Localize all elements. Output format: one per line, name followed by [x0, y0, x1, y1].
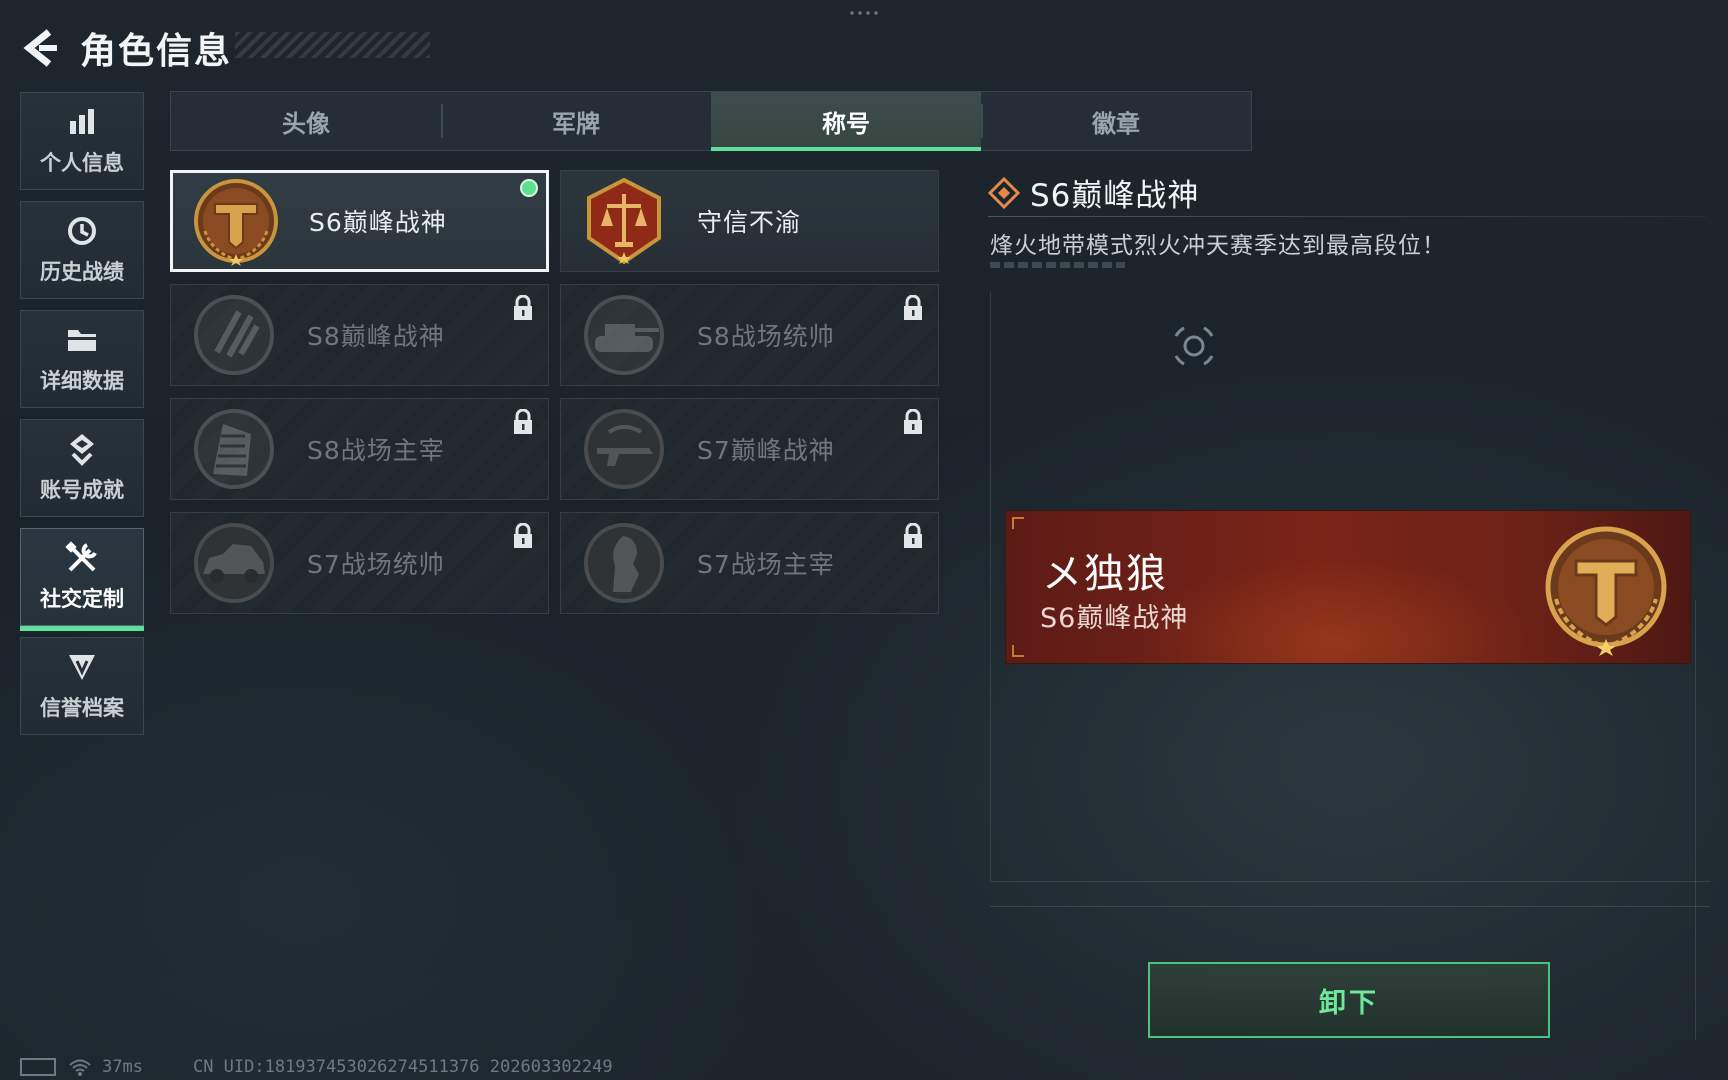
title-card-trustworthy[interactable]: 守信不渝	[560, 170, 939, 272]
battery-icon	[20, 1058, 56, 1076]
sidebar-item-achievements[interactable]: 账号成就	[20, 419, 144, 517]
sidebar-item-history[interactable]: 历史战绩	[20, 201, 144, 299]
history-icon	[64, 214, 100, 248]
lock-icon	[514, 523, 532, 548]
target-icon	[1174, 326, 1214, 366]
ping-value: 37ms	[102, 1057, 143, 1077]
detail-divider	[988, 216, 1706, 217]
scales-emblem-icon	[587, 177, 661, 265]
tab-title[interactable]: 称号	[711, 92, 981, 151]
detail-description: 烽火地带模式烈火冲天赛季达到最高段位！	[990, 233, 1446, 259]
title-name: S7战场主宰	[697, 550, 835, 579]
lock-icon	[904, 409, 922, 434]
lock-icon	[514, 409, 532, 434]
sidebar-item-label: 历史战绩	[40, 260, 124, 284]
page-title: 角色信息	[80, 31, 233, 72]
back-button[interactable]	[20, 28, 60, 68]
sidebar-item-social-custom[interactable]: 社交定制	[20, 528, 144, 631]
back-arrow-icon	[23, 29, 57, 67]
sidebar-item-personal-info[interactable]: 个人信息	[20, 92, 144, 190]
detail-title: S6巅峰战神	[1030, 178, 1200, 214]
tab-dog-tag[interactable]: 军牌	[441, 92, 711, 150]
title-card-s7-peak[interactable]: S7巅峰战神	[560, 398, 939, 500]
title-name: S7战场统帅	[307, 550, 445, 579]
lock-icon	[904, 295, 922, 320]
header: 角色信息	[20, 18, 430, 78]
title-card-s8-commander[interactable]: S8战场统帅	[560, 284, 939, 386]
title-card-s8-peak[interactable]: S8巅峰战神	[170, 284, 549, 386]
title-card-s8-dominator[interactable]: S8战场主宰	[170, 398, 549, 500]
building-emblem-icon	[194, 409, 274, 489]
nameplate-player-name: メ独狼	[1042, 551, 1168, 597]
title-card-s7-commander[interactable]: S7战场统帅	[170, 512, 549, 614]
title-name: S8巅峰战神	[307, 322, 445, 351]
soldier-emblem-icon	[584, 523, 664, 603]
tools-icon	[64, 541, 100, 575]
sidebar-item-credit[interactable]: 信誉档案	[20, 637, 144, 735]
title-name: S8战场主宰	[307, 436, 445, 465]
nameplate-preview: メ独狼 S6巅峰战神	[1006, 511, 1690, 663]
title-name: S6巅峰战神	[309, 208, 447, 237]
sidebar-item-label: 账号成就	[40, 478, 124, 502]
title-card-s7-dominator[interactable]: S7战场主宰	[560, 512, 939, 614]
tank-emblem-icon	[584, 295, 664, 375]
lock-icon	[514, 295, 532, 320]
tab-avatar[interactable]: 头像	[171, 92, 441, 150]
bar-chart-icon	[64, 105, 100, 139]
top-dots-decoration	[848, 10, 882, 16]
corner-decoration	[1012, 645, 1024, 657]
sidebar-item-detailed-data[interactable]: 详细数据	[20, 310, 144, 408]
status-footer: 37ms CN UID:18193745302627451137​6 20260…	[20, 1056, 613, 1078]
sidebar-item-label: 信誉档案	[40, 696, 124, 720]
vehicle-emblem-icon	[194, 523, 274, 603]
sidebar-item-label: 个人信息	[40, 151, 124, 175]
title-card-s6-peak[interactable]: S6巅峰战神	[170, 170, 549, 272]
detail-header: S6巅峰战神	[988, 170, 1199, 215]
gun-emblem-icon	[584, 409, 664, 489]
unequip-button[interactable]: 卸下	[1148, 962, 1550, 1038]
hammer-emblem-icon	[194, 179, 278, 266]
sidebar-item-label: 社交定制	[40, 587, 124, 611]
lock-icon	[904, 523, 922, 548]
equipped-indicator-icon	[520, 179, 538, 197]
diamond-icon	[988, 176, 1020, 209]
corner-decoration	[1012, 517, 1024, 529]
title-name: 守信不渝	[697, 208, 802, 237]
nameplate-title: S6巅峰战神	[1040, 603, 1189, 634]
wifi-icon	[69, 1059, 91, 1076]
achievement-icon	[64, 432, 100, 466]
tab-bar: 头像 军牌 称号 徽章	[170, 91, 1252, 151]
divider-line	[1695, 600, 1696, 1040]
sidebar-item-label: 详细数据	[40, 369, 124, 393]
slash-emblem-icon	[194, 295, 274, 375]
tab-badge[interactable]: 徽章	[981, 92, 1251, 150]
detail-dash-decoration	[990, 262, 1125, 268]
sidebar: 个人信息 历史战绩 详细数据 账号成就 社交定制 信誉档案	[20, 92, 144, 746]
folder-icon	[64, 323, 100, 357]
divider-line	[990, 906, 1710, 907]
credit-icon	[64, 650, 100, 684]
title-name: S7巅峰战神	[697, 436, 835, 465]
uid-text: CN UID:18193745302627451137​6 2026033022…	[192, 1057, 613, 1077]
hammer-emblem-icon	[1545, 526, 1667, 656]
title-name: S8战场统帅	[697, 322, 835, 351]
title-decoration	[235, 32, 430, 58]
